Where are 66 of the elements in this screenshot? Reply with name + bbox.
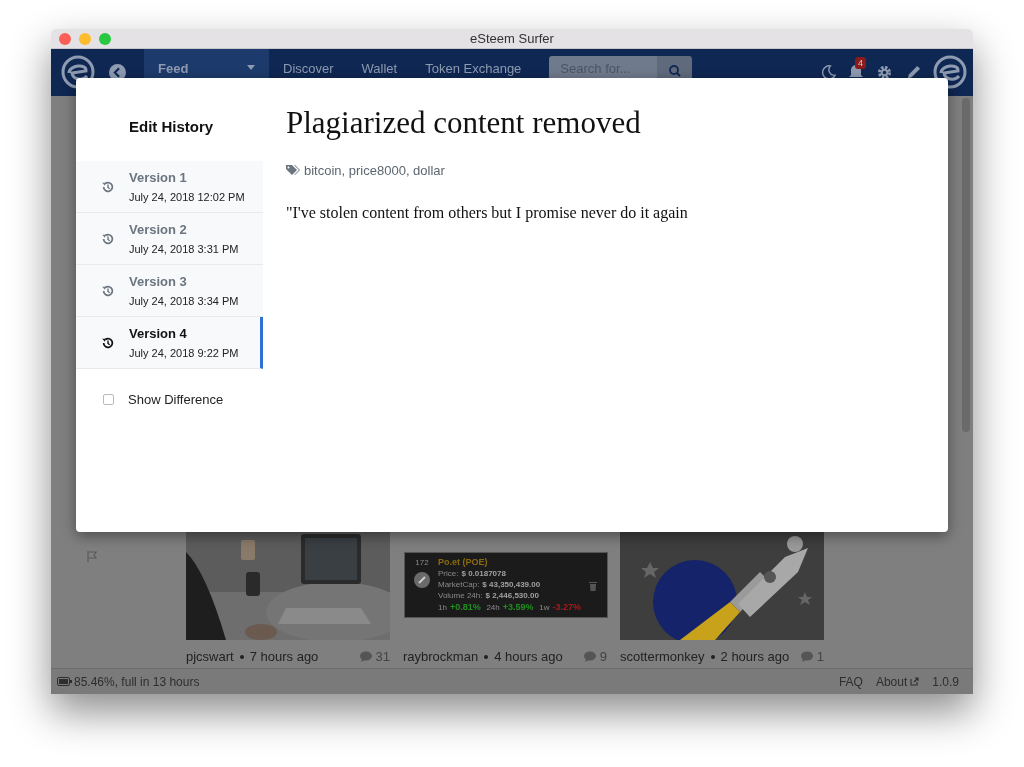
change-period: 1h xyxy=(438,602,447,613)
battery-status: 85.46%, full in 13 hours xyxy=(74,673,200,691)
footer-link[interactable]: About xyxy=(875,672,920,691)
battery-icon xyxy=(57,677,72,686)
comment-count: 1 xyxy=(816,648,824,666)
coin-stat-label: Price: xyxy=(438,568,459,579)
footer-link[interactable]: FAQ xyxy=(838,672,863,691)
version-label: Version 1 xyxy=(129,168,188,187)
version-item[interactable]: Version 2 July 24, 2018 3:31 PM xyxy=(76,213,263,265)
post-author[interactable]: scottermonkey xyxy=(620,647,705,667)
version-date: July 24, 2018 9:22 PM xyxy=(129,346,239,361)
post-author[interactable]: pjcswart xyxy=(186,647,234,667)
change-value: +3.59% xyxy=(502,602,534,613)
change-value: +0.81% xyxy=(449,602,481,613)
post-card[interactable]: pjcswart 7 hours ago 31 xyxy=(186,532,390,668)
version-item[interactable]: Version 3 July 24, 2018 3:34 PM xyxy=(76,265,263,317)
version-date: July 24, 2018 3:31 PM xyxy=(129,242,239,257)
history-icon xyxy=(101,335,115,350)
post-time: 4 hours ago xyxy=(494,648,563,666)
post-body: "I've stolen content from others but I promise never do it again xyxy=(286,202,689,224)
comments-icon xyxy=(800,651,814,663)
tags-icon xyxy=(286,165,300,177)
coin-stat-value: $ 0.0187078 xyxy=(461,568,506,579)
version-date: July 24, 2018 12:02 PM xyxy=(129,190,245,205)
version-label: Version 3 xyxy=(129,272,188,291)
version-item[interactable]: Version 1 July 24, 2018 12:02 PM xyxy=(76,161,263,213)
app-logo[interactable] xyxy=(61,55,95,89)
external-link-icon xyxy=(910,677,920,686)
settings-icon[interactable] xyxy=(877,65,892,80)
post-card[interactable]: scottermonkey 2 hours ago 1 xyxy=(620,532,824,668)
history-icon xyxy=(101,179,115,194)
version-item[interactable]: Version 4 July 24, 2018 9:22 PM xyxy=(76,317,263,369)
show-difference-label[interactable]: Show Difference xyxy=(128,390,224,410)
coin-name: Po.et (POE) xyxy=(438,557,489,568)
change-value: -3.27% xyxy=(552,602,581,613)
coin-stat-label: Volume 24h: xyxy=(438,590,483,601)
show-difference-checkbox[interactable] xyxy=(103,394,114,406)
version-label: Version 2 xyxy=(129,220,188,239)
comments-icon xyxy=(583,651,597,663)
comment-count: 31 xyxy=(375,648,390,666)
coin-icon xyxy=(414,572,430,588)
modal-sidebar-title: Edit History xyxy=(128,117,215,137)
version-label: Version 4 xyxy=(129,324,188,343)
app-version: 1.0.9 xyxy=(932,673,959,691)
comments-icon xyxy=(359,651,373,663)
post-author[interactable]: raybrockman xyxy=(403,647,479,667)
change-period: 24h xyxy=(486,602,500,613)
post-title: Plagiarized content removed xyxy=(286,105,642,141)
coin-stat-label: MarketCap: xyxy=(438,579,480,590)
notification-badge: 4 xyxy=(855,57,866,69)
post-card[interactable]: 172 Po.et (POE) Price: $ 0.0187078 MarketCap: $ 43,350,439.00 Volume 24h: $ 2,446,530.00 1h +0.81% 24h +3.59% 1w -3.27% raybrockman 4 hours ago 9 xyxy=(403,532,607,668)
avatar-logo[interactable] xyxy=(933,55,967,89)
post-time: 2 hours ago xyxy=(720,648,790,666)
pencil-icon[interactable] xyxy=(906,65,921,80)
window-title: eSteem Surfer xyxy=(470,29,554,48)
comment-count: 9 xyxy=(599,648,607,666)
coin-rank: 172 xyxy=(415,557,429,568)
coin-stat-value: $ 43,350,439.00 xyxy=(482,579,541,590)
history-icon xyxy=(101,283,115,298)
moon-icon[interactable] xyxy=(821,65,836,80)
coin-stat-value: $ 2,446,530.00 xyxy=(485,590,539,601)
post-time: 7 hours ago xyxy=(249,648,319,666)
version-date: July 24, 2018 3:34 PM xyxy=(129,294,239,309)
history-icon xyxy=(101,231,115,246)
post-tags: bitcoin, price8000, dollar xyxy=(304,161,445,181)
change-period: 1w xyxy=(539,602,550,613)
